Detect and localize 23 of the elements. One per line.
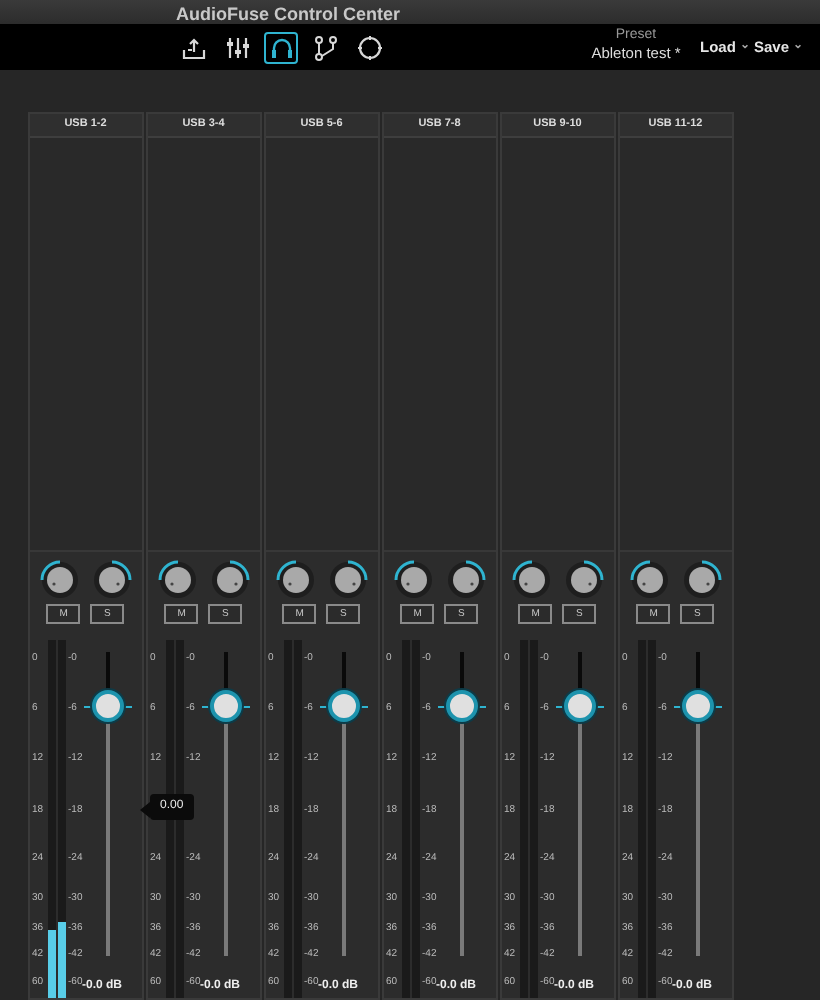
knob[interactable]	[393, 560, 434, 600]
fader-thumb[interactable]	[210, 690, 242, 723]
knob[interactable]	[445, 560, 486, 600]
knob[interactable]	[275, 560, 316, 600]
fader-thumb[interactable]	[446, 690, 478, 723]
knob[interactable]	[327, 560, 368, 600]
headphones-icon[interactable]	[264, 31, 298, 63]
knob[interactable]	[157, 560, 198, 600]
caret-icon: ⌄	[740, 40, 750, 52]
knob[interactable]	[511, 560, 552, 600]
window-title: AudioFuse Control Center	[176, 4, 400, 24]
knob[interactable]	[39, 560, 80, 600]
knob[interactable]	[209, 560, 250, 600]
fader-thumb[interactable]	[682, 690, 714, 723]
knob[interactable]	[629, 560, 670, 600]
knob[interactable]	[91, 560, 132, 600]
knob[interactable]	[563, 560, 604, 600]
fader-thumb[interactable]	[328, 690, 360, 723]
caret-icon: ⌄	[793, 40, 804, 52]
dial-icon[interactable]	[352, 31, 386, 63]
knob[interactable]	[681, 560, 722, 600]
fader-thumb[interactable]	[564, 690, 596, 723]
fader-thumb[interactable]	[92, 690, 124, 723]
